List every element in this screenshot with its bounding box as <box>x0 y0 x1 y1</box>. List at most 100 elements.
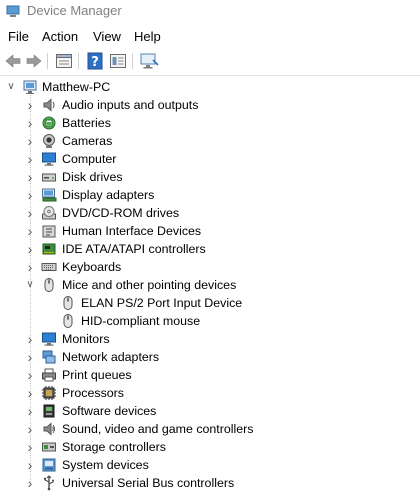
tree-category-display-adapters[interactable]: › Display adapters <box>0 186 420 204</box>
tree-category-cameras[interactable]: › Cameras <box>0 132 420 150</box>
expand-chevron-icon[interactable]: › <box>23 385 37 401</box>
tree-item-label: Mice and other pointing devices <box>62 278 237 292</box>
expand-chevron-icon[interactable]: › <box>23 421 37 437</box>
tree-category-ide-ata-atapi-controllers[interactable]: › IDE ATA/ATAPI controllers <box>0 240 420 258</box>
tree-category-universal-serial-bus-controllers[interactable]: › Universal Serial Bus controllers <box>0 474 420 492</box>
mouse-icon <box>63 296 73 310</box>
tree-category-audio-inputs-and-outputs[interactable]: › Audio inputs and outputs <box>0 96 420 114</box>
expand-chevron-icon[interactable]: › <box>23 133 37 149</box>
properties-icon[interactable] <box>54 51 74 71</box>
tree-item-label: Software devices <box>62 404 157 418</box>
expand-chevron-icon[interactable]: › <box>23 349 37 365</box>
expand-chevron-icon[interactable]: › <box>23 403 37 419</box>
toolbar-separator <box>132 53 133 69</box>
tree-item-label: Disk drives <box>62 170 123 184</box>
usb-icon <box>44 475 54 491</box>
tree-category-batteries[interactable]: › Batteries <box>0 114 420 132</box>
view-icon[interactable] <box>108 51 128 71</box>
disk-drive-icon <box>42 173 56 182</box>
tree-category-processors[interactable]: › Processors <box>0 384 420 402</box>
tree-device-elan-ps-2-port-input-device[interactable]: ELAN PS/2 Port Input Device <box>0 294 420 312</box>
menu-bar: File Action View Help <box>0 26 420 48</box>
tree-item-label: Monitors <box>62 332 110 346</box>
mouse-icon <box>44 278 54 292</box>
sound-icon <box>43 422 55 436</box>
tree-category-mice-and-other-pointing-devices[interactable]: ∨ Mice and other pointing devices <box>0 276 420 294</box>
tree-category-sound-video-and-game-controllers[interactable]: › Sound, video and game controllers <box>0 420 420 438</box>
help-icon[interactable]: ? <box>85 51 105 71</box>
printer-icon <box>42 368 56 382</box>
tree-category-keyboards[interactable]: › Keyboards <box>0 258 420 276</box>
forward-arrow-icon[interactable] <box>24 51 44 71</box>
display-adapter-icon <box>42 188 57 202</box>
speaker-icon <box>43 98 55 112</box>
tree-item-label: Matthew-PC <box>42 80 111 94</box>
menu-view[interactable]: View <box>92 29 122 44</box>
tree-item-label: Print queues <box>62 368 132 382</box>
svg-text:?: ? <box>91 55 99 70</box>
tree-item-label: HID-compliant mouse <box>81 314 201 328</box>
hid-icon <box>42 225 56 238</box>
tree-category-storage-controllers[interactable]: › Storage controllers <box>0 438 420 456</box>
collapse-chevron-icon[interactable]: ∨ <box>4 79 18 95</box>
expand-chevron-icon[interactable]: › <box>23 187 37 203</box>
tree-item-label: Human Interface Devices <box>62 224 202 238</box>
device-manager-icon <box>6 5 20 17</box>
tree-item-label: Cameras <box>62 134 113 148</box>
tree-item-label: Keyboards <box>62 260 122 274</box>
expand-chevron-icon[interactable]: › <box>23 97 37 113</box>
expand-chevron-icon[interactable]: › <box>23 259 37 275</box>
tree-item-label: Display adapters <box>62 188 155 202</box>
tree-category-print-queues[interactable]: › Print queues <box>0 366 420 384</box>
expand-chevron-icon[interactable]: › <box>23 169 37 185</box>
system-device-icon <box>42 458 56 472</box>
expand-chevron-icon[interactable]: › <box>23 457 37 473</box>
tree-category-dvd-cd-rom-drives[interactable]: › DVD/CD-ROM drives <box>0 204 420 222</box>
processor-icon <box>42 386 56 400</box>
keyboard-icon <box>41 263 57 271</box>
camera-icon <box>43 134 55 148</box>
tree-item-label: ELAN PS/2 Port Input Device <box>81 296 243 310</box>
tree-category-system-devices[interactable]: › System devices <box>0 456 420 474</box>
network-adapter-icon <box>42 350 56 364</box>
tree-category-disk-drives[interactable]: › Disk drives <box>0 168 420 186</box>
expand-chevron-icon[interactable]: › <box>23 115 37 131</box>
collapse-chevron-icon[interactable]: ∨ <box>23 277 37 293</box>
tree-category-monitors[interactable]: › Monitors <box>0 330 420 348</box>
tree-item-label: Storage controllers <box>62 440 166 454</box>
tree-item-label: DVD/CD-ROM drives <box>62 206 180 220</box>
window-title: Device Manager <box>27 3 122 18</box>
tree-category-software-devices[interactable]: › Software devices <box>0 402 420 420</box>
device-tree[interactable]: ∨ Matthew-PC › Audio inputs and outputs › Bat… <box>0 78 420 496</box>
expand-chevron-icon[interactable]: › <box>23 439 37 455</box>
menu-help[interactable]: Help <box>133 29 162 44</box>
scan-hardware-icon[interactable] <box>139 51 159 71</box>
toolbar-separator <box>78 53 79 69</box>
expand-chevron-icon[interactable]: › <box>23 475 37 491</box>
menu-file[interactable]: File <box>7 29 30 44</box>
expand-chevron-icon[interactable]: › <box>23 367 37 383</box>
ide-controller-icon <box>42 243 56 255</box>
title-bar: Device Manager <box>0 0 420 26</box>
tree-category-computer[interactable]: › Computer <box>0 150 420 168</box>
tree-category-human-interface-devices[interactable]: › Human Interface Devices <box>0 222 420 240</box>
tree-item-label: System devices <box>62 458 149 472</box>
battery-icon <box>42 116 56 130</box>
tree-item-label: Batteries <box>62 116 111 130</box>
expand-chevron-icon[interactable]: › <box>23 151 37 167</box>
back-arrow-icon[interactable] <box>3 51 23 71</box>
expand-chevron-icon[interactable]: › <box>23 241 37 257</box>
monitor-icon <box>42 332 56 346</box>
computer-icon <box>42 152 56 166</box>
tree-item-label: Computer <box>62 152 117 166</box>
tree-device-hid-compliant-mouse[interactable]: HID-compliant mouse <box>0 312 420 330</box>
root-computer-icon <box>23 80 37 94</box>
tree-item-label: Sound, video and game controllers <box>62 422 254 436</box>
tree-category-network-adapters[interactable]: › Network adapters <box>0 348 420 366</box>
tree-root-computer[interactable]: ∨ Matthew-PC <box>0 78 420 96</box>
expand-chevron-icon[interactable]: › <box>23 223 37 239</box>
menu-action[interactable]: Action <box>41 29 79 44</box>
expand-chevron-icon[interactable]: › <box>23 205 37 221</box>
expand-chevron-icon[interactable]: › <box>23 331 37 347</box>
tree-item-label: Audio inputs and outputs <box>62 98 199 112</box>
